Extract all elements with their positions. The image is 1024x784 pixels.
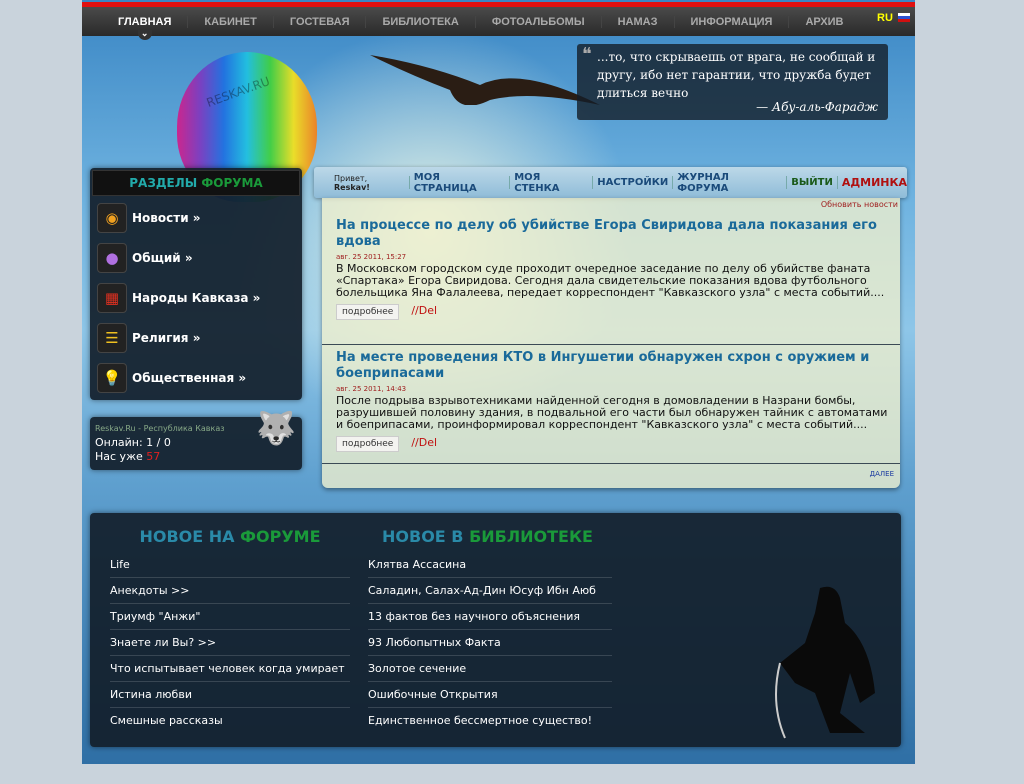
link-forum-log[interactable]: ЖУРНАЛ ФОРУМА [677,172,782,194]
news-title[interactable]: На месте проведения КТО в Ингушетии обна… [336,350,896,382]
nav-namaz[interactable]: НАМАЗ [602,15,675,28]
library-item[interactable]: Саладин, Салах-Ад-Дин Юсуф Ибн Аюб [368,578,612,604]
book-icon: ☰ [97,323,127,353]
link-my-page[interactable]: МОЯ СТРАНИЦА [414,172,505,194]
news-panel: Обновить новости На процессе по делу об … [322,198,900,488]
nav-home[interactable]: ГЛАВНАЯ [102,15,189,28]
chat-icon: ● [97,243,127,273]
more-button[interactable]: подробнее [336,304,400,320]
link-my-wall[interactable]: МОЯ СТЕНКА [514,172,588,194]
lightbulb-icon: 💡 [97,363,127,393]
sections-title: РАЗДЕЛЫ ФОРУМА [92,170,300,196]
wolf-icon: 🐺 [256,409,296,447]
library-new-column: НОВОЕ В БИБЛИОТЕКЕ Клятва Ассасина Салад… [368,513,612,734]
news-text: После подрыва взрывотехниками найденной … [336,394,888,431]
forum-topic[interactable]: Знаете ли Вы? >> [110,630,350,656]
quote-icon: ❝ [582,44,592,65]
online-box: Reskav.Ru - Республика Кавказ Онлайн: 1 … [90,409,302,470]
delete-link[interactable]: //Del [411,304,437,317]
section-general[interactable]: ● Общий » [90,238,302,278]
quote-author: — Абу-аль-Фарадж [756,100,878,114]
forum-sections: РАЗДЕЛЫ ФОРУМА ◉ Новости » ● Общий » ▦ Наро… [90,168,302,400]
greeting: Привет, Reskav! [334,173,370,192]
forum-new-column: НОВОЕ НА ФОРУМЕ Life Анекдоты >> Триумф … [110,513,350,734]
nav-archive[interactable]: АРХИВ [789,16,859,28]
more-button[interactable]: подробнее [336,436,400,452]
section-news[interactable]: ◉ Новости » [90,198,302,238]
quote-text: ...то, что скрываешь от врага, не сообща… [597,50,876,100]
divider [322,344,900,345]
forum-topic[interactable]: Триумф "Анжи" [110,604,350,630]
language-switch[interactable]: RU [877,12,893,24]
grid-icon: ▦ [97,283,127,313]
divider [322,463,900,464]
nav-info[interactable]: ИНФОРМАЦИЯ [675,15,790,28]
ninja-image [775,586,875,739]
forum-topic[interactable]: Смешные рассказы [110,708,350,734]
library-item[interactable]: Ошибочные Открытия [368,682,612,708]
link-settings[interactable]: НАСТРОЙКИ [597,177,668,188]
library-item[interactable]: 13 фактов без научного объяснения [368,604,612,630]
forum-topic[interactable]: Истина любви [110,682,350,708]
user-bar: Привет, Reskav! МОЯ СТРАНИЦА МОЯ СТЕНКА … [314,167,907,198]
forum-new-title: НОВОЕ НА ФОРУМЕ [139,527,321,546]
library-item[interactable]: Клятва Ассасина [368,552,612,578]
section-social[interactable]: 💡 Общественная » [90,358,302,398]
russia-flag-icon[interactable] [898,13,910,22]
nav-photos[interactable]: ФОТОАЛЬБОМЫ [476,15,602,28]
library-new-title: НОВОЕ В БИБЛИОТЕКЕ [382,527,593,546]
news-text: В Московском городском суде проходит оче… [336,262,885,299]
new-content-panel: НОВОЕ НА ФОРУМЕ Life Анекдоты >> Триумф … [90,513,901,747]
library-item[interactable]: Единственное бессмертное существо! [368,708,612,734]
logout-link[interactable]: ВЫЙТИ [791,177,833,188]
forum-topic[interactable]: Что испытывает человек когда умирает [110,656,350,682]
library-item[interactable]: 93 Любопытных Факта [368,630,612,656]
news-title[interactable]: На процессе по делу об убийстве Егора Св… [336,218,896,250]
news-date: авг. 25 2011, 15:27 [336,253,407,261]
refresh-news-link[interactable]: Обновить новости [821,200,898,209]
section-peoples[interactable]: ▦ Народы Кавказа » [90,278,302,318]
quote-box: ❝ ...то, что скрываешь от врага, не сооб… [577,44,888,120]
main-nav: ГЛАВНАЯ КАБИНЕТ ГОСТЕВАЯ БИБЛИОТЕКА ФОТО… [82,7,915,36]
rss-icon: ◉ [97,203,127,233]
news-date: авг. 25 2011, 14:43 [336,385,407,393]
nav-library[interactable]: БИБЛИОТЕКА [366,15,476,28]
forum-topic[interactable]: Анекдоты >> [110,578,350,604]
eagle-image [370,55,600,105]
admin-link[interactable]: АДМИНКА [842,176,907,189]
member-count: Нас уже 57 [95,450,161,463]
delete-link[interactable]: //Del [411,436,437,449]
library-item[interactable]: Золотое сечение [368,656,612,682]
section-religion[interactable]: ☰ Религия » [90,318,302,358]
forum-topic[interactable]: Life [110,552,350,578]
news-item: На процессе по делу об убийстве Егора Св… [336,218,896,320]
nav-guestbook[interactable]: ГОСТЕВАЯ [274,15,367,28]
news-item: На месте проведения КТО в Ингушетии обна… [336,350,896,452]
nav-cabinet[interactable]: КАБИНЕТ [188,15,274,28]
further-link[interactable]: ДАЛЕЕ [870,470,894,478]
